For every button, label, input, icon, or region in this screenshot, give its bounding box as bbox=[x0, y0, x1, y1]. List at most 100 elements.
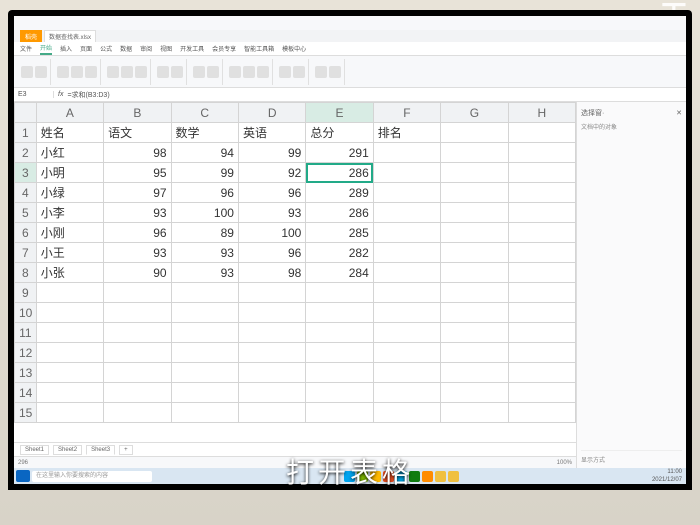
cell-A3[interactable]: 小明 bbox=[36, 163, 103, 183]
cell-E10[interactable] bbox=[306, 303, 373, 323]
bold-icon[interactable] bbox=[57, 66, 69, 78]
cell-A6[interactable]: 小刚 bbox=[36, 223, 103, 243]
ribbon-tab-insert[interactable]: 插入 bbox=[60, 44, 72, 53]
wrap-icon[interactable] bbox=[171, 66, 183, 78]
cell-B9[interactable] bbox=[104, 283, 171, 303]
row-header-3[interactable]: 3 bbox=[15, 163, 37, 183]
cell-B10[interactable] bbox=[104, 303, 171, 323]
cell-B5[interactable]: 93 bbox=[104, 203, 171, 223]
cell-G6[interactable] bbox=[441, 223, 508, 243]
cell-H8[interactable] bbox=[508, 263, 575, 283]
format-icon[interactable] bbox=[293, 66, 305, 78]
col-header-E[interactable]: E bbox=[306, 103, 373, 123]
cell-E1[interactable]: 总分 bbox=[306, 123, 373, 143]
file-tab[interactable]: 数据查找表.xlsx bbox=[44, 30, 96, 42]
ribbon-tab-file[interactable]: 文件 bbox=[20, 44, 32, 53]
cell-H10[interactable] bbox=[508, 303, 575, 323]
cell-G14[interactable] bbox=[441, 383, 508, 403]
cell-G11[interactable] bbox=[441, 323, 508, 343]
name-box[interactable]: E3 bbox=[14, 91, 54, 98]
cell-A9[interactable] bbox=[36, 283, 103, 303]
cell-B13[interactable] bbox=[104, 363, 171, 383]
cell-A2[interactable]: 小红 bbox=[36, 143, 103, 163]
spreadsheet-grid[interactable]: ABCDEFGH1姓名语文数学英语总分排名2小红9894992913小明9599… bbox=[14, 102, 576, 442]
cell-B2[interactable]: 98 bbox=[104, 143, 171, 163]
cell-G10[interactable] bbox=[441, 303, 508, 323]
ribbon-tab-formula[interactable]: 公式 bbox=[100, 44, 112, 53]
row-header-4[interactable]: 4 bbox=[15, 183, 37, 203]
cell-H2[interactable] bbox=[508, 143, 575, 163]
merge-icon[interactable] bbox=[157, 66, 169, 78]
cell-E15[interactable] bbox=[306, 403, 373, 423]
row-header-2[interactable]: 2 bbox=[15, 143, 37, 163]
cell-C14[interactable] bbox=[171, 383, 238, 403]
cell-F3[interactable] bbox=[373, 163, 440, 183]
cell-E5[interactable]: 286 bbox=[306, 203, 373, 223]
cell-F15[interactable] bbox=[373, 403, 440, 423]
cell-F13[interactable] bbox=[373, 363, 440, 383]
cell-A10[interactable] bbox=[36, 303, 103, 323]
cell-A5[interactable]: 小李 bbox=[36, 203, 103, 223]
cell-C5[interactable]: 100 bbox=[171, 203, 238, 223]
cell-A4[interactable]: 小绿 bbox=[36, 183, 103, 203]
cell-A7[interactable]: 小王 bbox=[36, 243, 103, 263]
cell-D3[interactable]: 92 bbox=[238, 163, 305, 183]
cell-G8[interactable] bbox=[441, 263, 508, 283]
cell-H3[interactable] bbox=[508, 163, 575, 183]
cell-H15[interactable] bbox=[508, 403, 575, 423]
file-tab[interactable]: 稻壳 bbox=[20, 30, 42, 42]
row-header-8[interactable]: 8 bbox=[15, 263, 37, 283]
ribbon-tab-view[interactable]: 视图 bbox=[160, 44, 172, 53]
cell-D6[interactable]: 100 bbox=[238, 223, 305, 243]
row-header-7[interactable]: 7 bbox=[15, 243, 37, 263]
cell-C13[interactable] bbox=[171, 363, 238, 383]
cell-D9[interactable] bbox=[238, 283, 305, 303]
cell-A14[interactable] bbox=[36, 383, 103, 403]
sum-icon[interactable] bbox=[229, 66, 241, 78]
cell-A8[interactable]: 小张 bbox=[36, 263, 103, 283]
col-header-A[interactable]: A bbox=[36, 103, 103, 123]
cell-H4[interactable] bbox=[508, 183, 575, 203]
cell-D2[interactable]: 99 bbox=[238, 143, 305, 163]
ribbon-tab-template[interactable]: 模板中心 bbox=[282, 44, 306, 53]
cell-E2[interactable]: 291 bbox=[306, 143, 373, 163]
cell-H1[interactable] bbox=[508, 123, 575, 143]
cell-A13[interactable] bbox=[36, 363, 103, 383]
ribbon-tab-member[interactable]: 会员专享 bbox=[212, 44, 236, 53]
ribbon-tab-page[interactable]: 页面 bbox=[80, 44, 92, 53]
cell-E9[interactable] bbox=[306, 283, 373, 303]
number-format-icon[interactable] bbox=[193, 66, 205, 78]
cell-C9[interactable] bbox=[171, 283, 238, 303]
cell-B4[interactable]: 97 bbox=[104, 183, 171, 203]
cell-H5[interactable] bbox=[508, 203, 575, 223]
cell-C4[interactable]: 96 bbox=[171, 183, 238, 203]
cell-D15[interactable] bbox=[238, 403, 305, 423]
cell-H11[interactable] bbox=[508, 323, 575, 343]
italic-icon[interactable] bbox=[71, 66, 83, 78]
formula-input[interactable]: =求和(B3:D3) bbox=[67, 90, 109, 100]
cell-E3[interactable]: 286 bbox=[306, 163, 373, 183]
cell-C15[interactable] bbox=[171, 403, 238, 423]
corner-cell[interactable] bbox=[15, 103, 37, 123]
cell-B8[interactable]: 90 bbox=[104, 263, 171, 283]
cell-E6[interactable]: 285 bbox=[306, 223, 373, 243]
row-header-1[interactable]: 1 bbox=[15, 123, 37, 143]
cell-G5[interactable] bbox=[441, 203, 508, 223]
cell-D10[interactable] bbox=[238, 303, 305, 323]
cell-D5[interactable]: 93 bbox=[238, 203, 305, 223]
filter-icon[interactable] bbox=[243, 66, 255, 78]
cell-B15[interactable] bbox=[104, 403, 171, 423]
row-header-15[interactable]: 15 bbox=[15, 403, 37, 423]
cell-H9[interactable] bbox=[508, 283, 575, 303]
cell-A15[interactable] bbox=[36, 403, 103, 423]
close-icon[interactable]: ✕ bbox=[676, 109, 682, 117]
row-header-14[interactable]: 14 bbox=[15, 383, 37, 403]
align-left-icon[interactable] bbox=[107, 66, 119, 78]
cell-G4[interactable] bbox=[441, 183, 508, 203]
cell-F1[interactable]: 排名 bbox=[373, 123, 440, 143]
cell-E4[interactable]: 289 bbox=[306, 183, 373, 203]
cell-F8[interactable] bbox=[373, 263, 440, 283]
cell-A1[interactable]: 姓名 bbox=[36, 123, 103, 143]
row-header-6[interactable]: 6 bbox=[15, 223, 37, 243]
cell-F2[interactable] bbox=[373, 143, 440, 163]
